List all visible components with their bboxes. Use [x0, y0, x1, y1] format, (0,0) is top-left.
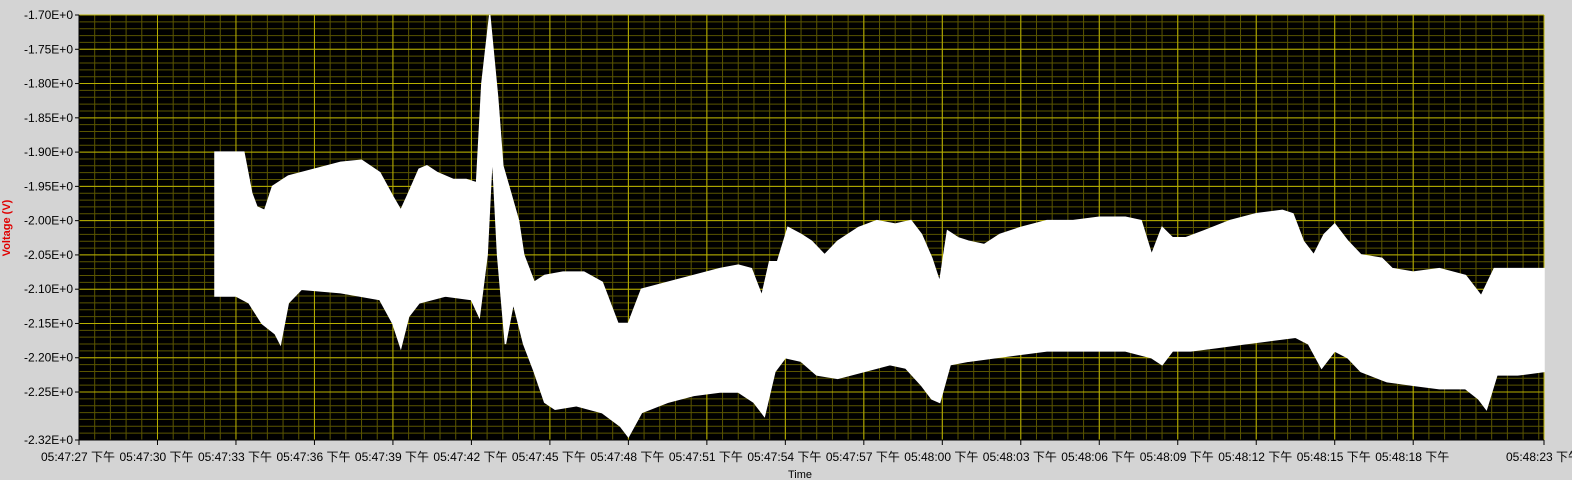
y-tick-label: -2.10E+0 — [24, 282, 73, 296]
voltage-chart: -1.70E+0 -1.75E+0 -1.80E+0 -1.85E+0 -1.90E+0… — [0, 0, 1572, 480]
x-tick-label: 05:47:33 下午 — [198, 450, 272, 464]
y-tick-label: -1.80E+0 — [24, 77, 73, 91]
y-tick-label: -2.05E+0 — [24, 248, 73, 262]
y-tick-label: -2.20E+0 — [24, 351, 73, 365]
y-tick-label: -1.90E+0 — [24, 145, 73, 159]
y-tick-label: -1.75E+0 — [24, 42, 73, 56]
y-tick-label: -1.70E+0 — [24, 8, 73, 22]
x-tick-label: 05:47:39 下午 — [355, 450, 429, 464]
y-tick-label: -2.15E+0 — [24, 316, 73, 330]
y-tick-label: -1.85E+0 — [24, 111, 73, 125]
x-tick-label: 05:47:51 下午 — [669, 450, 743, 464]
y-tick-label: -1.95E+0 — [24, 179, 73, 193]
x-tick-label: 05:48:18 下午 — [1375, 450, 1449, 464]
x-tick-label: 05:47:42 下午 — [433, 450, 507, 464]
x-tick-label: 05:48:23 下午 — [1506, 450, 1572, 464]
y-tick-label: -2.25E+0 — [24, 385, 73, 399]
x-tick-label: 05:48:03 下午 — [983, 450, 1057, 464]
y-tick-label: -2.32E+0 — [24, 433, 73, 447]
x-tick-label: 05:48:15 下午 — [1297, 450, 1371, 464]
x-tick-label: 05:47:27 下午 — [41, 450, 115, 464]
x-tick-label: 05:47:54 下午 — [747, 450, 821, 464]
chart-svg: -1.70E+0 -1.75E+0 -1.80E+0 -1.85E+0 -1.90E+0… — [0, 0, 1572, 480]
y-tick-label: -2.00E+0 — [24, 214, 73, 228]
x-tick-label: 05:48:06 下午 — [1061, 450, 1135, 464]
x-tick-label: 05:48:09 下午 — [1140, 450, 1214, 464]
x-tick-label: 05:47:45 下午 — [512, 450, 586, 464]
x-tick-label: 05:47:36 下午 — [276, 450, 350, 464]
x-tick-label: 05:48:00 下午 — [904, 450, 978, 464]
x-tick-label: 05:47:48 下午 — [590, 450, 664, 464]
y-axis-title: Voltage (V) — [1, 199, 13, 256]
x-tick-label: 05:47:57 下午 — [826, 450, 900, 464]
x-tick-label: 05:48:12 下午 — [1218, 450, 1292, 464]
x-axis-title: Time — [788, 469, 812, 480]
x-tick-label: 05:47:30 下午 — [119, 450, 193, 464]
